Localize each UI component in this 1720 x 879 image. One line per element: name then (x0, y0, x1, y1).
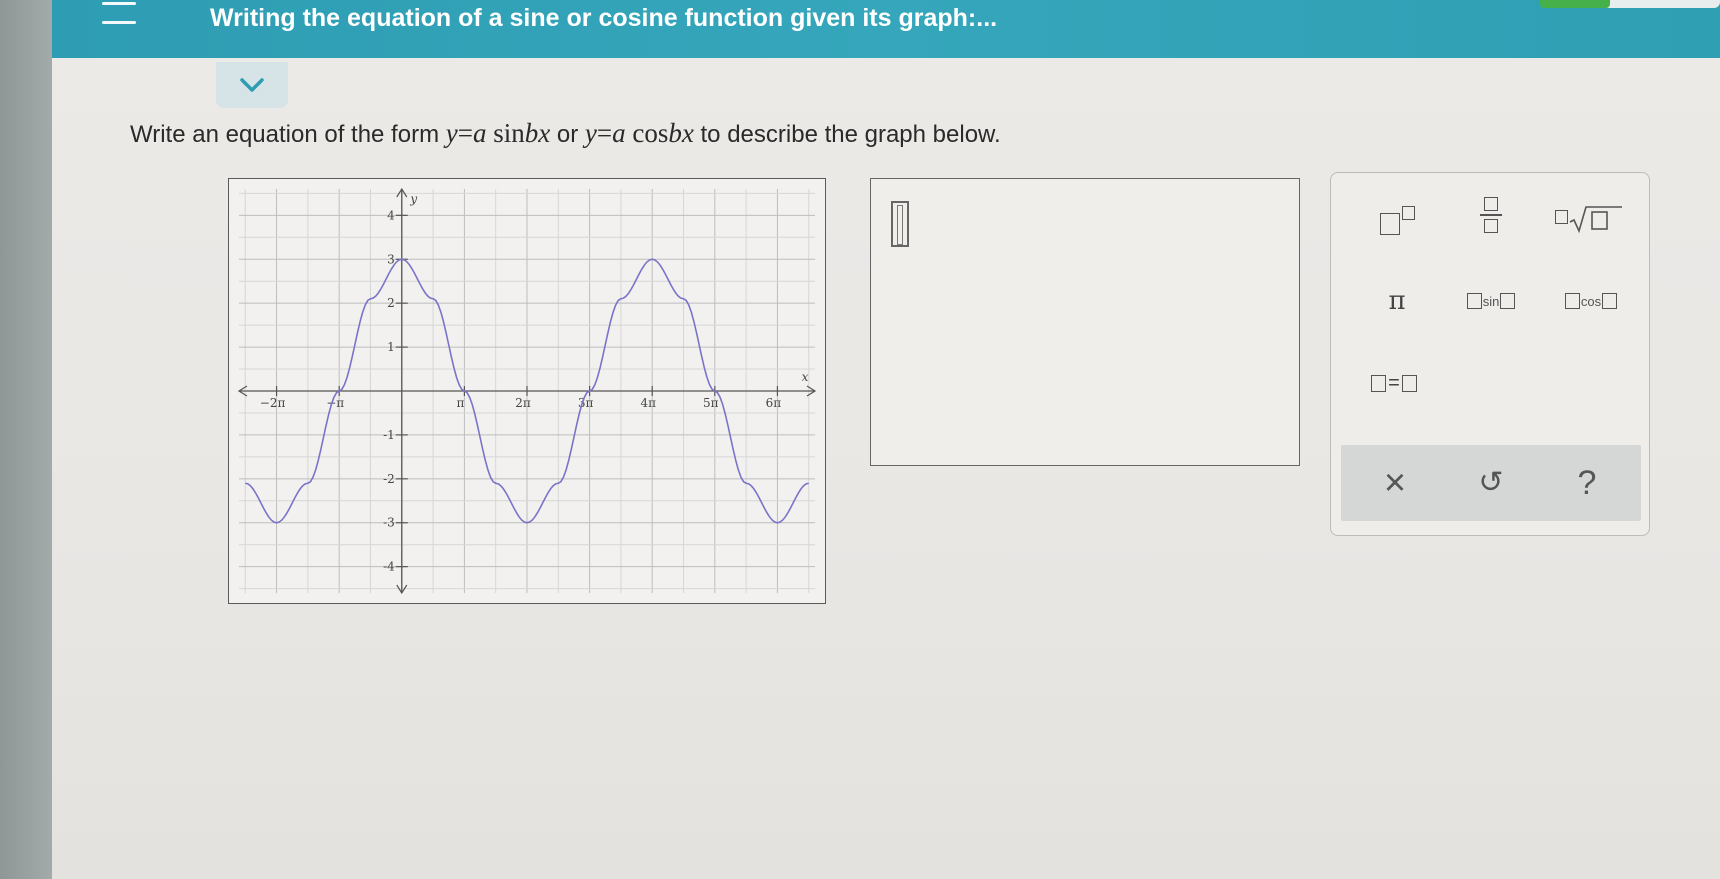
eq1-bx: bx (524, 118, 551, 148)
y-tick-label: -3 (383, 516, 395, 530)
y-axis-label: y (409, 192, 417, 206)
tick-labels: −2π −π π 2π 3π 4π 5π 6π-4-3-2-11234xy (260, 192, 809, 574)
eq1-equals: = (457, 118, 473, 148)
equals-button[interactable]: = (1357, 363, 1431, 403)
y-tick-label: 3 (387, 252, 395, 266)
eq2-a: a (612, 118, 626, 148)
top-right-button[interactable] (1540, 0, 1720, 8)
eq2-equals: = (596, 118, 613, 148)
chevron-down-icon (240, 78, 264, 92)
math-palette: π sin cos = × ↺ ? (1330, 172, 1650, 536)
x-tick-label: 5π (703, 396, 719, 410)
y-tick-label: 1 (387, 340, 395, 354)
palette-action-bar: × ↺ ? (1341, 445, 1641, 521)
question-suffix: to describe the graph below. (693, 121, 1001, 148)
question-or: or (550, 121, 585, 148)
undo-button[interactable]: ↺ (1471, 463, 1511, 503)
answer-input[interactable] (870, 178, 1300, 466)
screen: Writing the equation of a sine or cosine… (52, 0, 1720, 879)
exponent-button[interactable] (1367, 199, 1427, 239)
eq1-function: sin (486, 118, 525, 148)
x-tick-label: −π (326, 396, 344, 410)
graph-canvas: −2π −π π 2π 3π 4π 5π 6π-4-3-2-11234xy (237, 187, 817, 595)
pi-label: π (1388, 286, 1406, 316)
fraction-button[interactable] (1461, 195, 1521, 235)
input-cursor (891, 201, 909, 247)
cos-button[interactable]: cos (1549, 281, 1633, 321)
eq2-y: y (584, 118, 597, 148)
y-tick-label: 4 (387, 208, 395, 222)
pi-button[interactable]: π (1369, 281, 1425, 321)
y-tick-label: -4 (383, 560, 395, 574)
y-tick-label: 2 (387, 296, 395, 310)
graph: −2π −π π 2π 3π 4π 5π 6π -4 -3 -2 -1 1 2 3 4 x y (228, 178, 826, 604)
x-tick-label: 6π (766, 396, 782, 410)
x-tick-label: 2π (515, 396, 531, 410)
eq1-a: a (472, 118, 487, 148)
eq2-bx: bx (668, 118, 694, 148)
question-text: Write an equation of the form y=a sinbx … (130, 118, 1001, 149)
y-tick-label: -2 (383, 472, 395, 486)
sin-label: sin (1482, 293, 1500, 309)
top-bar: Writing the equation of a sine or cosine… (52, 0, 1720, 58)
nth-root-button[interactable] (1553, 199, 1625, 239)
eq2-function: cos (625, 118, 669, 148)
eq1-y: y (445, 118, 458, 148)
page-title: Writing the equation of a sine or cosine… (210, 4, 998, 32)
x-tick-label: 4π (640, 396, 656, 410)
clear-button[interactable]: × (1375, 463, 1415, 503)
y-tick-label: -1 (383, 428, 395, 442)
radical-icon (1569, 206, 1622, 234)
x-tick-label: −2π (260, 396, 286, 410)
expand-toggle-button[interactable] (216, 62, 288, 108)
x-axis-label: x (802, 370, 809, 384)
question-prefix: Write an equation of the form (130, 121, 446, 148)
sin-button[interactable]: sin (1451, 281, 1531, 321)
help-icon: ? (1577, 464, 1597, 502)
undo-icon: ↺ (1478, 466, 1504, 499)
help-button[interactable]: ? (1567, 463, 1607, 503)
menu-icon[interactable] (102, 0, 136, 24)
x-tick-label: π (456, 396, 464, 410)
close-icon: × (1383, 462, 1407, 504)
equals-label: = (1388, 371, 1400, 394)
cos-label: cos (1580, 293, 1602, 309)
